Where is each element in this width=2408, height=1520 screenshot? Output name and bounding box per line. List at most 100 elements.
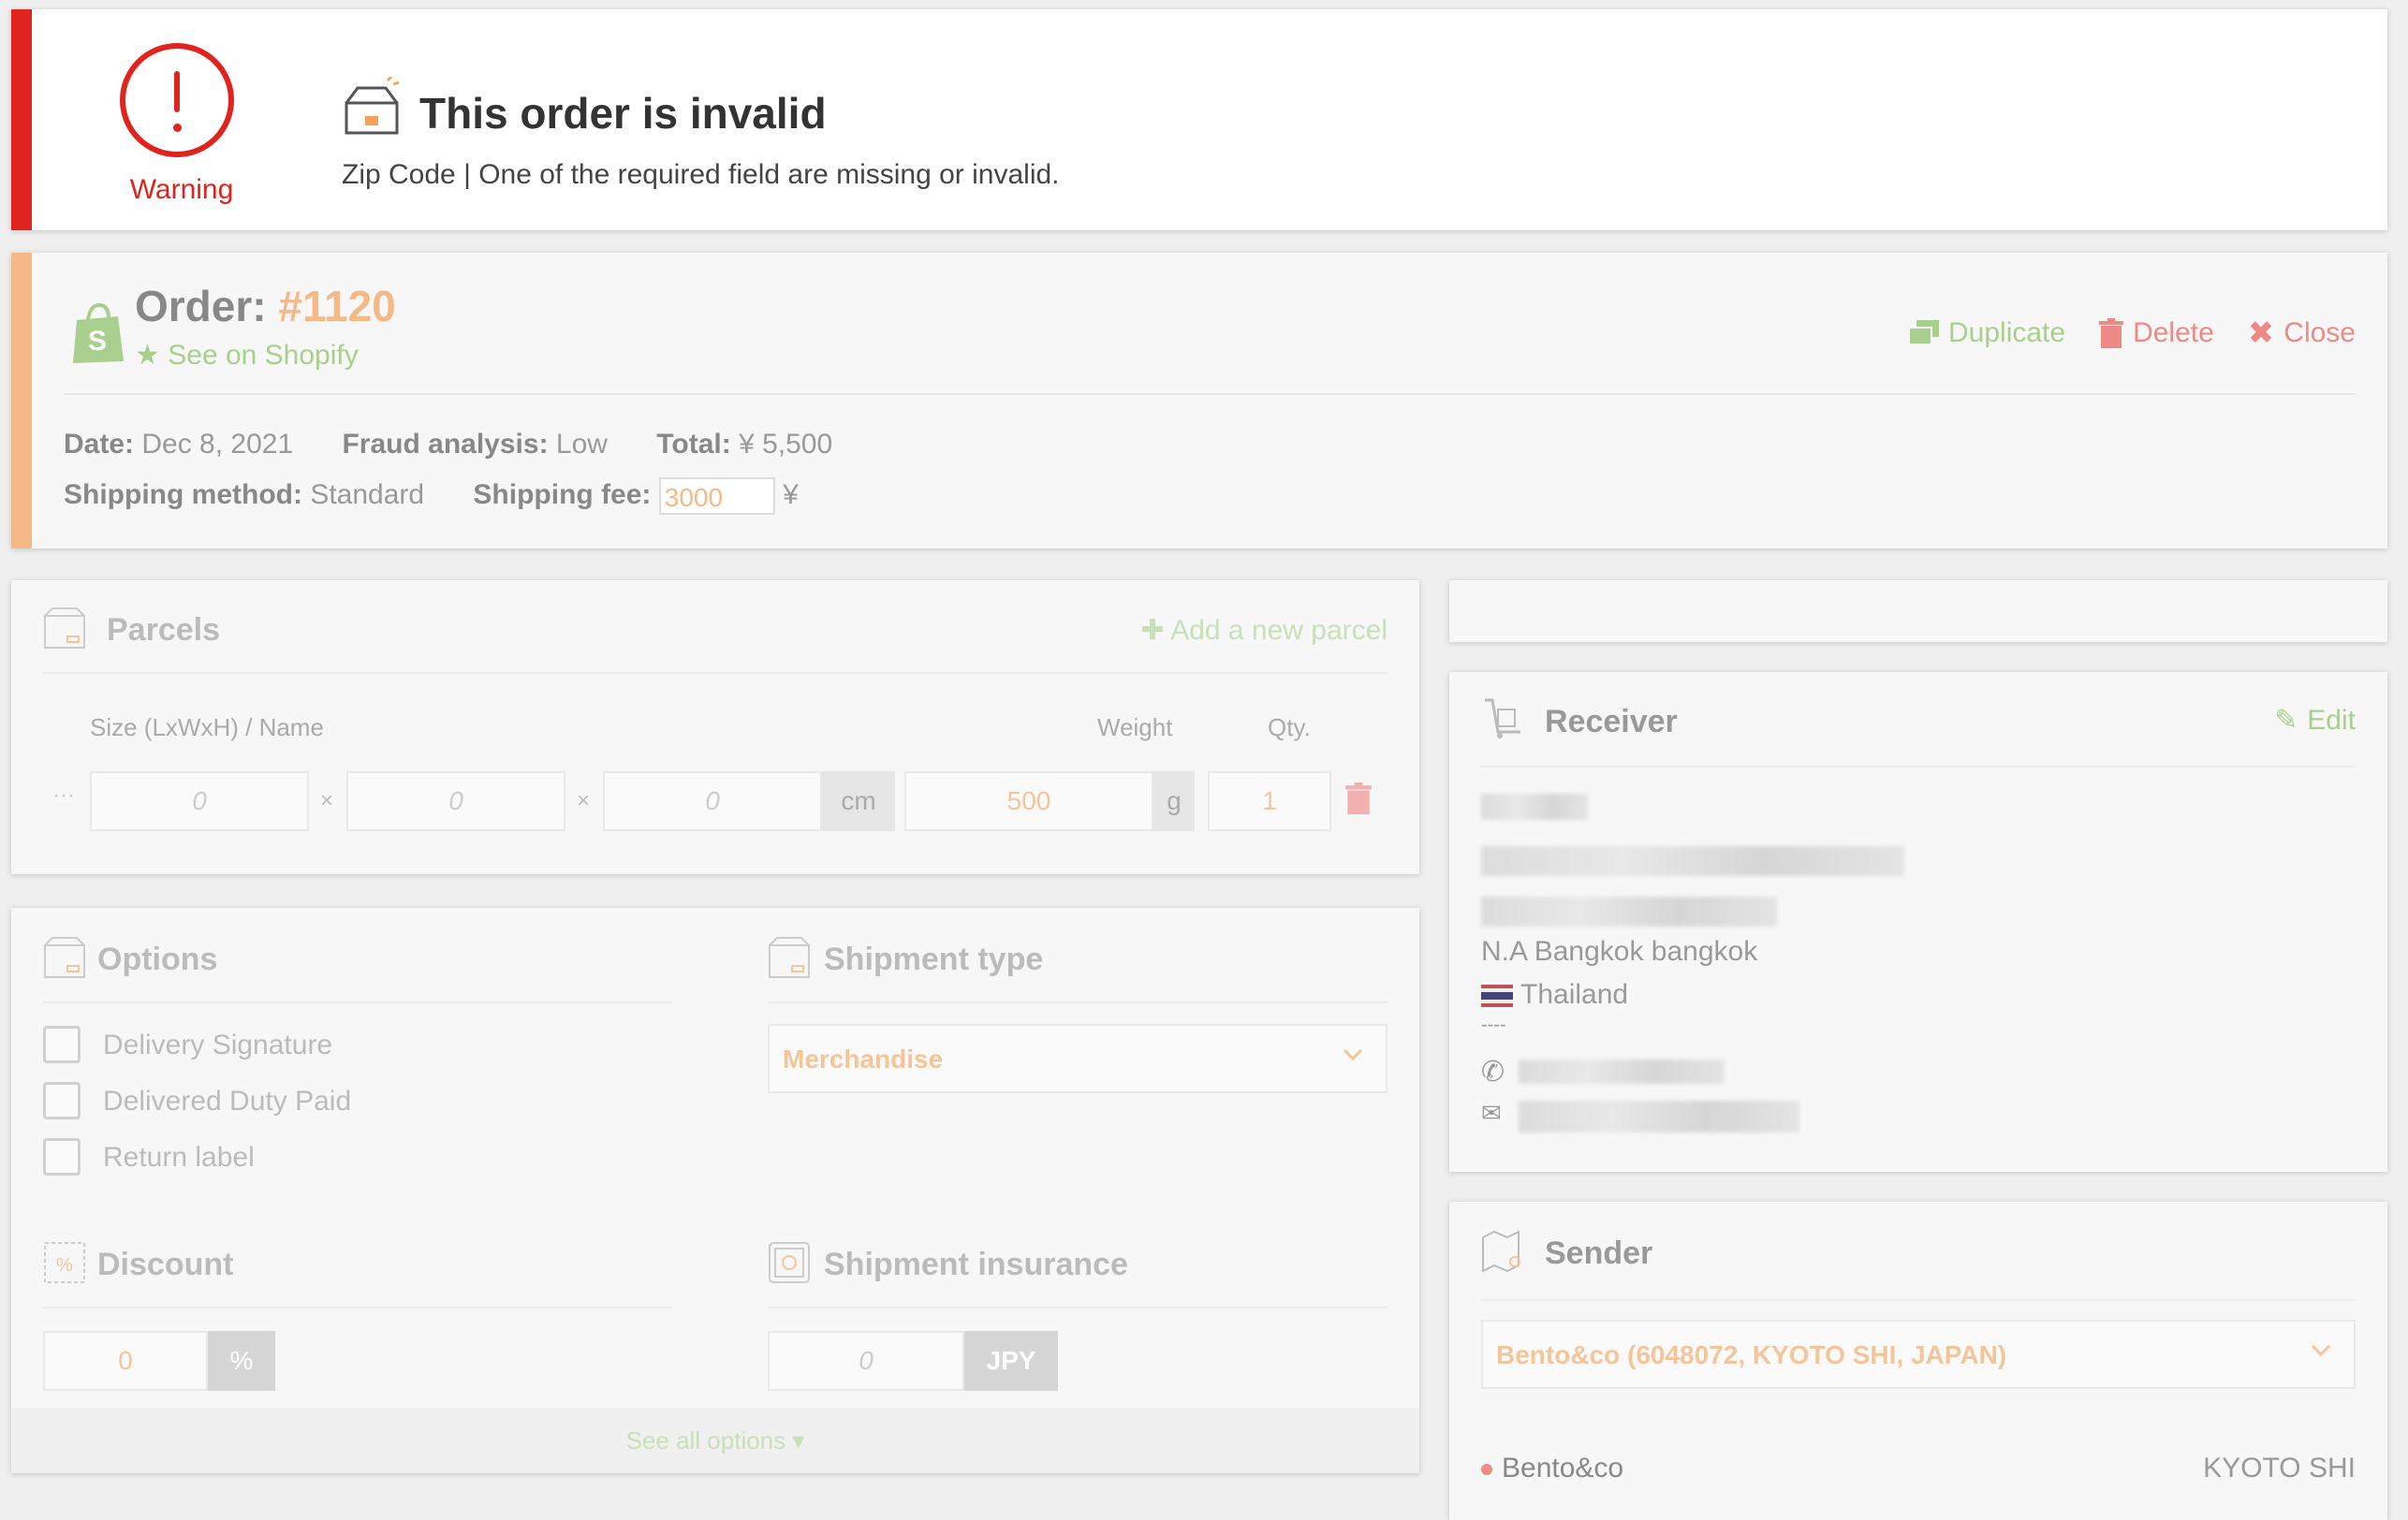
receiver-country: Thailand	[1481, 979, 1628, 1011]
order-date: Dec 8, 2021	[141, 429, 294, 460]
sender-select[interactable]: Bento&co (6048072, KYOTO SHI, JAPAN)	[1481, 1320, 2356, 1389]
duplicate-label: Duplicate	[1948, 317, 2066, 348]
open-box-icon	[345, 77, 400, 135]
chevron-down-icon	[2311, 1344, 2331, 1357]
warning-title: This order is invalid	[419, 89, 827, 138]
redacted-address-line	[1481, 897, 1777, 927]
mail-icon: ✉	[1481, 1099, 1502, 1127]
redacted-address-line	[1481, 846, 1904, 876]
pencil-icon: ✎	[2274, 705, 2298, 736]
size-column-header: Size (LxWxH) / Name	[90, 713, 324, 741]
receiver-title: Receiver	[1545, 704, 1678, 739]
delivery-signature-label: Delivery Signature	[103, 1030, 333, 1060]
star-icon: ★	[135, 340, 160, 371]
return-label-checkbox[interactable]	[43, 1138, 81, 1176]
insurance-safe-icon	[769, 1242, 810, 1283]
thailand-flag-icon	[1481, 985, 1513, 1008]
delete-label: Delete	[2133, 317, 2214, 348]
receiver-separator: ----	[1481, 1015, 1506, 1035]
map-pin-icon	[1482, 1230, 1520, 1273]
order-total: ¥ 5,500	[739, 429, 833, 460]
sender-city: KYOTO SHI	[2203, 1453, 2356, 1483]
warning-banner: Warning This order is invalid Zip Code |…	[11, 9, 2387, 230]
close-icon: ✖	[2247, 315, 2275, 351]
parcel-box-icon	[44, 607, 85, 649]
sender-title: Sender	[1545, 1235, 1653, 1271]
shipment-type-divider	[768, 1001, 1388, 1003]
sender-divider	[1481, 1299, 2356, 1301]
exclamation-circle-icon	[120, 43, 234, 157]
edit-label: Edit	[2307, 704, 2356, 736]
parcels-divider	[43, 672, 1388, 674]
empty-panel	[1449, 580, 2387, 642]
warning-message: Zip Code | One of the required field are…	[342, 159, 1060, 190]
date-label: Date:	[64, 429, 135, 460]
options-card: Options Delivery Signature Delivered Dut…	[11, 908, 1419, 1473]
order-card: S Order: #1120 ★ See on Shopify Duplicat…	[11, 253, 2387, 548]
insurance-divider	[768, 1307, 1388, 1308]
return-label-label: Return label	[103, 1142, 255, 1173]
times-sign: ×	[320, 788, 334, 813]
redacted-name	[1481, 794, 1588, 820]
times-sign: ×	[577, 788, 591, 813]
fraud-label: Fraud analysis:	[342, 429, 549, 460]
insurance-currency: JPY	[964, 1331, 1058, 1391]
see-on-shopify-label: See on Shopify	[168, 340, 359, 371]
order-accent-bar	[11, 253, 32, 548]
see-all-options-link[interactable]: See all options ▾	[11, 1408, 1419, 1473]
discount-divider	[43, 1307, 672, 1308]
warning-label: Warning	[129, 174, 234, 205]
length-input[interactable]: 0	[90, 771, 309, 831]
chevron-down-icon	[1343, 1048, 1363, 1061]
order-title: Order: #1120	[135, 281, 396, 331]
fraud-value: Low	[555, 429, 608, 460]
redacted-email	[1519, 1101, 1799, 1133]
height-input[interactable]: 0	[603, 771, 822, 831]
drag-handle-icon[interactable]: ···	[52, 782, 75, 809]
sender-selected-value: Bento&co (6048072, KYOTO SHI, JAPAN)	[1496, 1340, 2007, 1369]
weight-input[interactable]: 500	[904, 771, 1153, 831]
sender-card: Sender Bento&co (6048072, KYOTO SHI, JAP…	[1449, 1202, 2387, 1520]
delete-button[interactable]: Delete	[2099, 317, 2214, 349]
duplicate-icon	[1909, 320, 1939, 345]
parcels-title: Parcels	[107, 612, 220, 648]
delivery-signature-checkbox[interactable]	[43, 1026, 81, 1063]
delete-parcel-icon[interactable]	[1344, 782, 1373, 814]
shipping-row: Shipping method: Standard Shipping fee: …	[64, 477, 799, 515]
quantity-input[interactable]: 1	[1208, 771, 1331, 831]
add-parcel-button[interactable]: ✚ Add a new parcel	[1140, 614, 1388, 647]
total-label: Total:	[656, 429, 731, 460]
sender-name: Bento&co	[1502, 1453, 1624, 1483]
warning-accent-bar	[11, 9, 32, 230]
discount-input[interactable]: 0	[43, 1331, 208, 1391]
trash-icon	[2099, 318, 2124, 348]
insurance-input[interactable]: 0	[768, 1331, 964, 1391]
width-input[interactable]: 0	[346, 771, 565, 831]
weight-column-header: Weight	[1097, 713, 1173, 741]
qty-column-header: Qty.	[1268, 713, 1311, 741]
sender-status-dot	[1481, 1464, 1492, 1475]
receiver-divider	[1481, 766, 2356, 767]
shipping-method-value: Standard	[310, 478, 425, 510]
edit-receiver-button[interactable]: ✎ Edit	[2274, 704, 2356, 737]
duplicate-button[interactable]: Duplicate	[1909, 317, 2065, 349]
shipping-fee-input[interactable]: 3000	[658, 477, 775, 515]
plus-icon: ✚	[1140, 615, 1165, 646]
close-button[interactable]: ✖ Close	[2248, 314, 2356, 352]
phone-icon: ✆	[1481, 1057, 1505, 1088]
shipment-type-select[interactable]: Merchandise	[768, 1024, 1388, 1093]
svg-text:S: S	[88, 326, 107, 357]
redacted-phone	[1519, 1060, 1725, 1084]
options-title: Options	[97, 942, 218, 977]
options-box-icon	[44, 937, 85, 978]
order-actions: Duplicate Delete ✖ Close	[1909, 314, 2356, 352]
order-number: #1120	[278, 282, 396, 330]
order-label: Order:	[135, 282, 267, 330]
see-on-shopify-link[interactable]: ★ See on Shopify	[135, 339, 359, 372]
discount-title: Discount	[97, 1247, 234, 1282]
receiver-country-name: Thailand	[1520, 979, 1629, 1010]
shipment-box-icon	[769, 937, 810, 978]
discount-unit: %	[208, 1331, 275, 1391]
delivered-duty-paid-checkbox[interactable]	[43, 1082, 81, 1119]
discount-icon: %	[44, 1242, 85, 1283]
